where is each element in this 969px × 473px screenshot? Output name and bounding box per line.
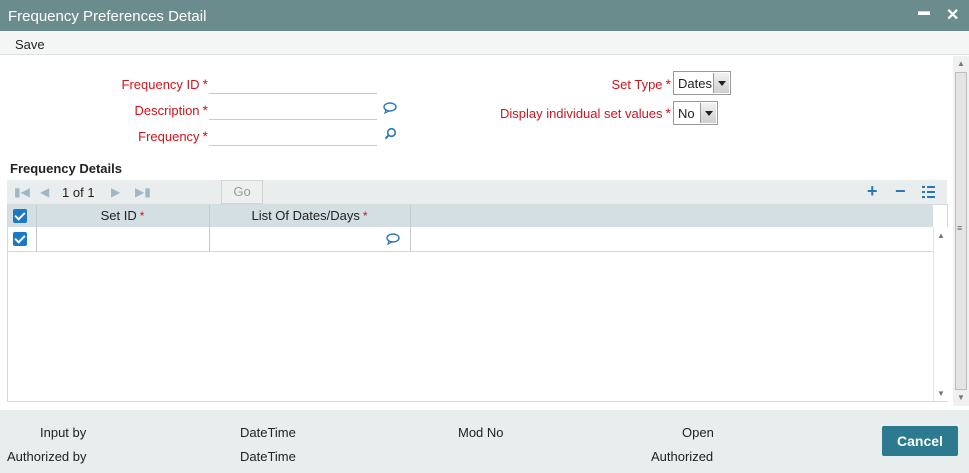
required-mark: * <box>202 76 208 92</box>
set-type-select[interactable]: Dates <box>673 71 731 95</box>
mod-no-label: Mod No <box>458 425 504 440</box>
next-page-icon[interactable]: ▶ <box>111 185 120 199</box>
set-id-header-text: Set ID <box>100 208 137 223</box>
column-divider <box>209 227 210 252</box>
required-mark: * <box>665 76 671 92</box>
page-current: 1 <box>62 185 70 200</box>
first-page-icon[interactable]: ▮◀ <box>14 185 30 199</box>
table-scrollbar[interactable]: ▲ ▼ <box>933 227 948 401</box>
cancel-button[interactable]: Cancel <box>882 426 958 456</box>
add-row-icon[interactable]: + <box>867 181 878 202</box>
description-field[interactable] <box>209 100 377 120</box>
remove-row-icon[interactable]: − <box>895 181 906 202</box>
required-mark: * <box>665 105 671 121</box>
page-total: 1 <box>87 185 95 200</box>
scrollbar-thumb[interactable]: ≡ <box>955 72 967 390</box>
frequency-label-text: Frequency <box>138 129 200 144</box>
comment-icon[interactable] <box>383 102 397 114</box>
grid-toolbar: ▮◀ ◀ 1 of 1 ▶ ▶▮ Go + − <box>7 180 947 204</box>
authorized-by-label: Authorized by <box>7 449 87 464</box>
prev-page-icon[interactable]: ◀ <box>40 185 49 199</box>
input-by-label: Input by <box>40 425 87 440</box>
select-all-checkbox[interactable] <box>13 209 27 223</box>
save-button[interactable]: Save <box>15 37 45 52</box>
set-type-value: Dates <box>678 76 712 91</box>
row-checkbox[interactable] <box>13 232 27 246</box>
last-page-icon[interactable]: ▶▮ <box>135 185 151 199</box>
required-mark: * <box>362 209 368 223</box>
frequency-field[interactable] <box>209 126 377 146</box>
required-mark: * <box>202 102 208 118</box>
display-individual-value: No <box>678 106 695 121</box>
list-of-dates-header-text: List Of Dates/Days <box>251 208 360 223</box>
frequency-id-label: Frequency ID * <box>63 76 209 92</box>
frequency-details-table: Set ID * List Of Dates/Days * ▲ ▼ <box>7 204 948 402</box>
scroll-up-icon[interactable]: ▲ <box>937 231 945 240</box>
audit-footer: Input by DateTime Mod No Open Authorized… <box>0 410 969 473</box>
frequency-id-label-text: Frequency ID <box>121 77 200 92</box>
display-individual-label: Display individual set values * <box>463 105 671 121</box>
set-type-label: Set Type * <box>563 76 671 92</box>
window-title: Frequency Preferences Detail <box>8 8 207 25</box>
table-header: Set ID * List Of Dates/Days * <box>8 205 933 227</box>
toolbar: Save <box>0 31 969 55</box>
set-type-label-text: Set Type <box>611 77 663 92</box>
chevron-down-icon <box>700 103 716 123</box>
scroll-down-icon[interactable]: ▼ <box>937 389 945 398</box>
column-divider <box>410 227 411 252</box>
column-divider <box>410 205 411 227</box>
go-button[interactable]: Go <box>221 180 263 204</box>
datetime-label: DateTime <box>240 425 296 440</box>
required-mark: * <box>139 209 145 223</box>
minimize-icon[interactable]: ▬ <box>918 4 930 18</box>
page-of: of <box>72 185 84 200</box>
list-view-icon[interactable] <box>922 186 935 198</box>
grip-icon: ≡ <box>957 223 963 233</box>
open-label: Open <box>682 425 714 440</box>
window-titlebar: Frequency Preferences Detail ▬ ✕ <box>0 0 969 31</box>
frequency-id-field[interactable] <box>209 74 377 94</box>
authorized-label: Authorized <box>651 449 714 464</box>
description-label: Description * <box>63 102 208 118</box>
close-icon[interactable]: ✕ <box>946 5 959 25</box>
display-individual-select[interactable]: No <box>673 101 718 125</box>
table-row[interactable] <box>8 227 933 252</box>
search-icon[interactable] <box>384 127 397 140</box>
page-info: 1 of 1 <box>62 185 95 200</box>
required-mark: * <box>202 128 208 144</box>
scroll-down-icon[interactable]: ▼ <box>957 393 965 402</box>
description-label-text: Description <box>134 103 200 118</box>
column-header-list-of-dates[interactable]: List Of Dates/Days * <box>209 208 410 223</box>
frequency-details-title: Frequency Details <box>10 161 122 176</box>
frequency-label: Frequency * <box>63 128 208 144</box>
scroll-up-icon[interactable]: ▲ <box>957 59 965 68</box>
comment-icon[interactable] <box>386 233 400 245</box>
chevron-down-icon <box>713 73 729 93</box>
datetime-label: DateTime <box>240 449 296 464</box>
page-scrollbar[interactable]: ▲ ≡ ▼ <box>953 56 969 406</box>
display-individual-label-text: Display individual set values <box>499 106 663 121</box>
column-header-set-id[interactable]: Set ID * <box>36 208 209 223</box>
column-divider <box>36 227 37 252</box>
